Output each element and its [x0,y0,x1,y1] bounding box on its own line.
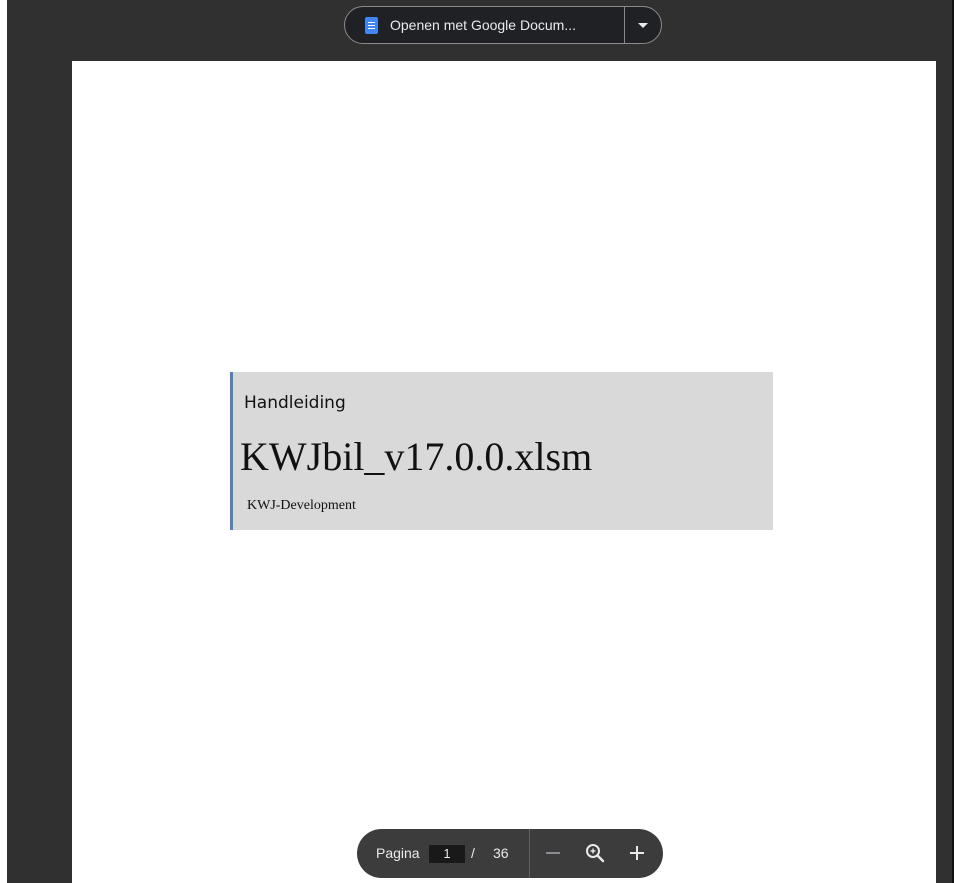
page-toolbar: Pagina 1 / 36 [357,829,663,878]
open-with-dropdown-button[interactable] [625,7,661,43]
page-label: Pagina [376,845,420,861]
document-subtitle: Handleiding [244,393,346,413]
open-with-google-docs-button[interactable]: Openen met Google Docum... [345,7,624,43]
zoom-magnifier-icon[interactable] [583,841,607,865]
minus-icon[interactable] [541,841,565,865]
document-author: KWJ-Development [247,498,356,513]
google-docs-icon [365,16,378,34]
pdf-viewer: Openen met Google Docum... Handleiding K… [7,0,954,883]
total-pages: 36 [493,845,509,861]
plus-icon[interactable] [625,841,649,865]
page-number-input[interactable]: 1 [429,845,465,863]
open-with-google-docs-control: Openen met Google Docum... [344,6,662,44]
cover-accent-bar [230,372,233,530]
open-with-label: Openen met Google Docum... [390,17,576,33]
caret-down-icon [638,22,648,28]
page-separator: / [471,845,475,861]
toolbar-divider [529,829,530,878]
document-title: KWJbil_v17.0.0.xlsm [240,434,593,479]
document-page: Handleiding KWJbil_v17.0.0.xlsm KWJ-Deve… [72,61,936,883]
